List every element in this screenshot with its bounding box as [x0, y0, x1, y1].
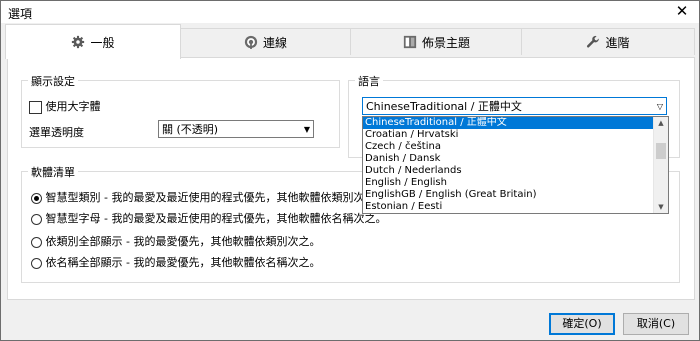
tab-theme[interactable]: 佈景主題	[350, 28, 523, 55]
language-option[interactable]: Czech / čeština	[363, 141, 668, 153]
window-title: 選項	[8, 7, 33, 21]
tab-theme-label: 佈景主題	[421, 35, 470, 50]
radio-button[interactable]	[31, 192, 42, 204]
software-option-label: 依類別全部顯示 - 我的最愛優先，其他軟體依類別次之。	[45, 235, 321, 248]
gear-icon	[72, 35, 85, 49]
software-option-smart-alpha[interactable]: 智慧型字母 - 我的最愛及最近使用的程式優先，其他軟體依名稱次之。	[31, 210, 386, 226]
scroll-down-icon[interactable]: ▼	[654, 201, 668, 213]
close-button[interactable]: ✕	[665, 1, 699, 23]
software-option-label: 智慧型字母 - 我的最愛及最近使用的程式優先，其他軟體依名稱次之。	[45, 212, 387, 225]
software-option-label: 依名稱全部顯示 - 我的最愛優先，其他軟體依名稱次之。	[45, 256, 321, 269]
language-option[interactable]: Dutch / Nederlands	[363, 165, 668, 177]
language-option[interactable]: Estonian / Eesti	[363, 201, 668, 213]
language-scrollbar[interactable]: ▲ ▼	[653, 117, 668, 213]
software-option-all-name[interactable]: 依名稱全部顯示 - 我的最愛優先，其他軟體依名稱次之。	[31, 254, 320, 270]
tab-advanced-label: 進階	[605, 35, 630, 50]
software-list-title: 軟體清單	[28, 164, 78, 180]
chevron-down-icon: ▽	[656, 102, 663, 111]
language-option[interactable]: ChineseTraditional / 正體中文	[363, 117, 668, 129]
language-option[interactable]: English / English	[363, 177, 668, 189]
language-option[interactable]: Croatian / Hrvatski	[363, 129, 668, 141]
software-option-all-category[interactable]: 依類別全部顯示 - 我的最愛優先，其他軟體依類別次之。	[31, 233, 320, 249]
chevron-down-icon: ▼	[303, 125, 310, 134]
language-option[interactable]: EnglishGB / English (Great Britain)	[363, 189, 668, 201]
scroll-up-icon[interactable]: ▲	[654, 117, 668, 129]
options-dialog: 選項 ✕ 一般 連線 佈景主題 進階 顯示設定 使用大字體 選單透明度 關 (不…	[0, 0, 700, 341]
radio-button[interactable]	[31, 257, 42, 269]
wrench-icon	[587, 35, 600, 48]
display-settings-title: 顯示設定	[28, 73, 78, 89]
software-option-label: 智慧型類別 - 我的最愛及最近使用的程式優先，其他軟體依類別次	[45, 191, 365, 204]
tab-general[interactable]: 一般	[5, 24, 181, 59]
language-dropdown-list[interactable]: ChineseTraditional / 正體中文 Croatian / Hrv…	[362, 116, 669, 214]
tab-advanced[interactable]: 進階	[521, 28, 695, 55]
radio-button[interactable]	[31, 236, 42, 248]
large-font-label: 使用大字體	[45, 100, 101, 113]
opacity-select[interactable]: 關 (不透明) ▼	[158, 120, 314, 138]
large-font-option[interactable]: 使用大字體	[29, 98, 101, 114]
tab-connection-label: 連線	[262, 35, 287, 50]
opacity-value: 關 (不透明)	[162, 123, 219, 136]
theme-icon	[403, 35, 417, 49]
tab-connection[interactable]: 連線	[179, 28, 352, 55]
language-option[interactable]: Danish / Dansk	[363, 153, 668, 165]
language-selected-value: ChineseTraditional / 正體中文	[366, 100, 522, 113]
tab-strip: 一般 連線 佈景主題 進階	[1, 24, 699, 59]
ok-button[interactable]: 確定(O)	[549, 313, 615, 335]
cancel-button[interactable]: 取消(C)	[623, 313, 689, 335]
language-title: 語言	[355, 73, 383, 89]
language-select[interactable]: ChineseTraditional / 正體中文 ▽	[362, 97, 667, 115]
large-font-checkbox[interactable]	[29, 100, 42, 114]
tab-general-label: 一般	[90, 35, 115, 50]
software-option-smart-category[interactable]: 智慧型類別 - 我的最愛及最近使用的程式優先，其他軟體依類別次	[31, 189, 364, 205]
radio-button[interactable]	[31, 213, 42, 225]
opacity-label: 選單透明度	[29, 126, 84, 139]
scrollbar-thumb[interactable]	[656, 143, 666, 159]
signal-icon	[244, 35, 258, 49]
title-bar: 選項 ✕	[1, 1, 699, 23]
